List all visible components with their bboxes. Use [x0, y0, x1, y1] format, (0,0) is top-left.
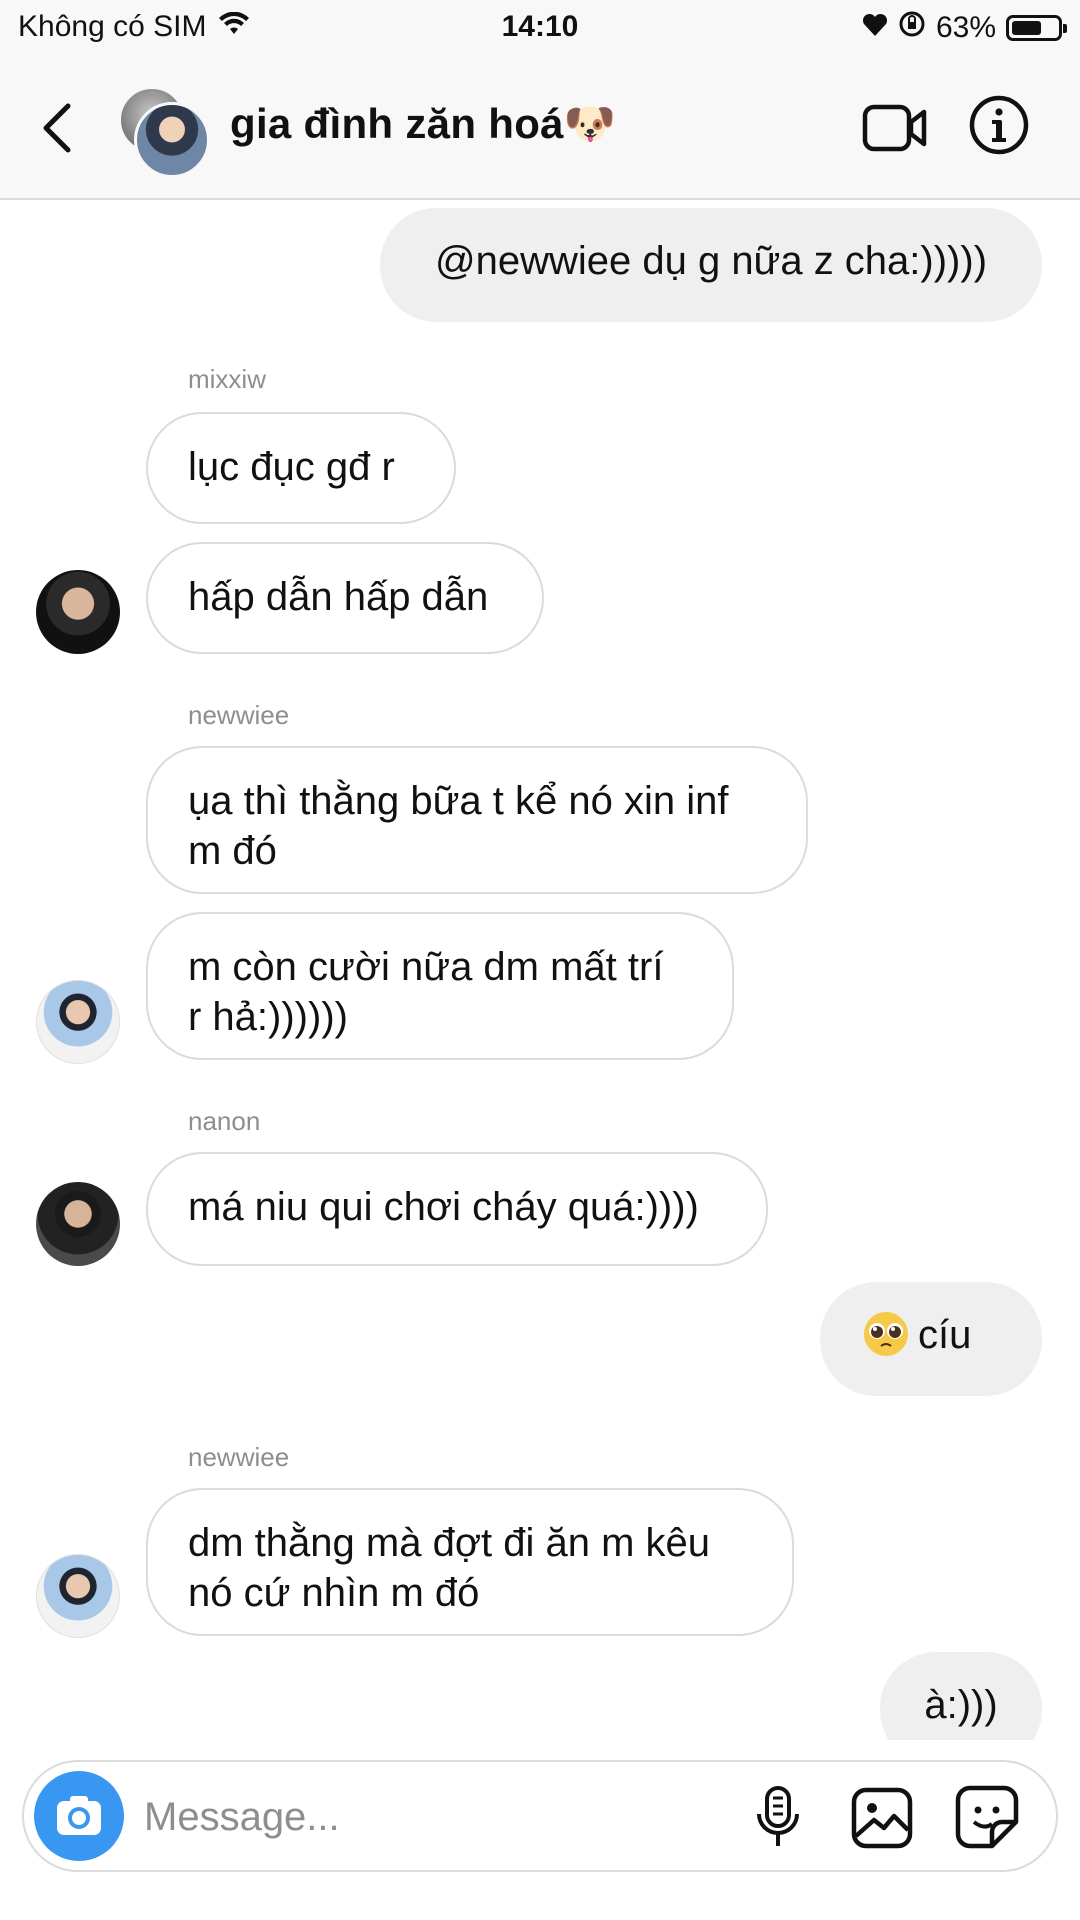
message-bubble-incoming[interactable]: hấp dẫn hấp dẫn [146, 542, 544, 654]
group-avatar[interactable] [118, 86, 210, 178]
chat-header: gia đình zăn hoá🐶 [0, 58, 1080, 200]
back-chevron-icon [43, 103, 71, 153]
voice-message-button[interactable] [750, 1784, 806, 1850]
microphone-icon [757, 1786, 799, 1846]
video-camera-icon [862, 104, 927, 152]
message-text: cíu [918, 1313, 972, 1357]
message-text-line: m đó [188, 829, 277, 873]
orientation-lock-icon [898, 10, 926, 46]
sticker-button[interactable] [954, 1784, 1020, 1850]
message-bubble-incoming[interactable]: ụa thì thằng bữa t kể nó xin inf m đó [146, 746, 808, 894]
message-bubble-incoming[interactable]: má niu qui chơi cháy quá:)))) [146, 1152, 768, 1266]
battery-icon [1006, 15, 1067, 41]
message-text-line: dm thằng mà đợt đi ăn m kêu [188, 1521, 711, 1565]
chat-title[interactable]: gia đình zăn hoá🐶 [230, 100, 616, 149]
message-bubble-incoming[interactable]: dm thằng mà đợt đi ăn m kêu nó cứ nhìn m… [146, 1488, 794, 1636]
back-button[interactable] [34, 98, 84, 158]
battery-percent: 63% [935, 11, 996, 44]
message-thread[interactable]: @newwiee dụ g nữa z cha:))))) mixxiw lục… [0, 200, 1080, 1740]
message-text-line: r hả:)))))) [188, 995, 348, 1039]
pleading-face-emoji-icon [864, 1312, 908, 1356]
message-bubble-outgoing[interactable]: cíu [820, 1282, 1042, 1396]
message-bubble-outgoing[interactable]: à:))) [880, 1652, 1042, 1740]
image-gallery-icon [851, 1787, 913, 1849]
message-bubble-incoming[interactable]: lục đục gđ r [146, 412, 456, 524]
camera-button[interactable] [34, 1771, 124, 1861]
message-composer [22, 1760, 1058, 1872]
message-bubble-incoming[interactable]: m còn cười nữa dm mất trí r hả:)))))) [146, 912, 734, 1060]
sticker-icon [955, 1785, 1019, 1849]
status-bar: Không có SIM 14:10 63% [0, 0, 1080, 58]
message-text-line: m còn cười nữa dm mất trí [188, 945, 664, 989]
avatar-newwiee[interactable] [36, 980, 120, 1064]
sender-name: newwiee [188, 700, 290, 730]
message-text: hấp dẫn hấp dẫn [188, 575, 489, 619]
avatar-nanon[interactable] [36, 1182, 120, 1266]
video-call-button[interactable] [862, 102, 928, 154]
message-text: má niu qui chơi cháy quá:)))) [188, 1185, 699, 1229]
message-text: à:))) [924, 1683, 998, 1727]
heart-icon [862, 11, 888, 45]
camera-icon [57, 1796, 101, 1835]
info-icon [969, 95, 1029, 155]
message-text-line: ụa thì thằng bữa t kể nó xin inf [188, 779, 729, 823]
sender-name: mixxiw [188, 364, 266, 394]
message-text: lục đục gđ r [188, 445, 395, 489]
status-right: 63% [862, 10, 1067, 46]
gallery-button[interactable] [850, 1786, 914, 1850]
sender-name: nanon [188, 1106, 261, 1136]
message-text: @newwiee dụ g nữa z cha:))))) [434, 239, 988, 283]
sender-name: newwiee [188, 1442, 290, 1472]
avatar-newwiee[interactable] [36, 1554, 120, 1638]
message-input[interactable] [142, 1786, 726, 1848]
message-bubble-outgoing[interactable]: @newwiee dụ g nữa z cha:))))) [380, 208, 1042, 322]
info-button[interactable] [968, 94, 1030, 156]
group-avatar-front [134, 102, 210, 178]
avatar-mixxiw[interactable] [36, 570, 120, 654]
message-text-line: nó cứ nhìn m đó [188, 1571, 480, 1615]
